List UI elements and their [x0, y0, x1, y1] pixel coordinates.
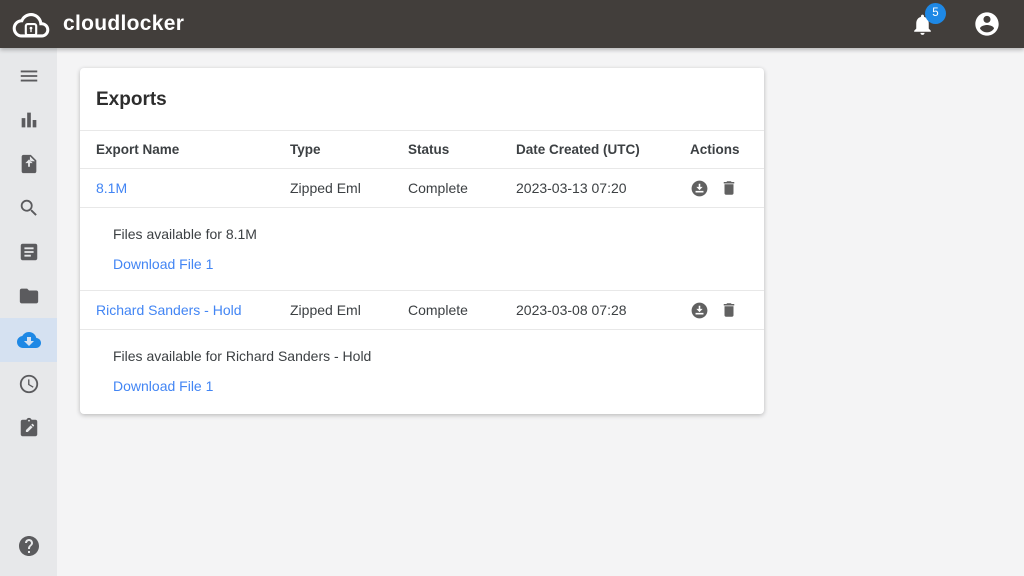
cloud-download-icon [16, 328, 41, 352]
download-file-link[interactable]: Download File 1 [113, 378, 213, 394]
sidebar-item-review[interactable] [0, 406, 57, 450]
export-name-link[interactable]: 8.1M [96, 180, 290, 196]
column-header-export-name: Export Name [96, 142, 180, 157]
trash-icon [723, 303, 735, 317]
main-content: Exports Export Name Type Status Date Cre… [57, 48, 1024, 576]
export-name-link[interactable]: Richard Sanders - Hold [96, 302, 290, 318]
export-status: Complete [408, 180, 468, 196]
sidebar [0, 48, 57, 576]
table-row: 8.1M Zipped Eml Complete 2023-03-13 07:2… [80, 169, 764, 208]
download-file-link[interactable]: Download File 1 [113, 256, 213, 272]
sidebar-item-upload[interactable] [0, 142, 57, 186]
brand-name: cloudlocker [63, 12, 185, 35]
account-icon [973, 10, 1001, 38]
column-header-status: Status [408, 142, 450, 157]
sidebar-item-history[interactable] [0, 362, 57, 406]
files-available-text: Files available for Richard Sanders - Ho… [113, 348, 372, 364]
menu-icon [18, 65, 40, 87]
download-circle-icon [691, 302, 708, 318]
document-icon [18, 241, 40, 263]
clock-icon [18, 373, 40, 395]
column-header-type: Type [290, 142, 321, 157]
delete-export-button[interactable] [720, 179, 738, 197]
export-type: Zipped Eml [290, 180, 361, 196]
brand: cloudlocker [0, 10, 184, 39]
table-header-row: Export Name Type Status Date Created (UT… [80, 131, 764, 169]
help-icon [17, 534, 41, 558]
notification-badge: 5 [925, 2, 946, 24]
export-status: Complete [408, 302, 468, 318]
download-circle-icon [691, 180, 708, 196]
files-panel: Files available for Richard Sanders - Ho… [80, 330, 764, 414]
notifications-button[interactable]: 5 [910, 2, 946, 37]
column-header-date-created: Date Created (UTC) [516, 142, 640, 157]
sidebar-item-documents[interactable] [0, 230, 57, 274]
folder-icon [18, 285, 40, 307]
sidebar-item-exports[interactable] [0, 318, 57, 362]
sidebar-item-analytics[interactable] [0, 98, 57, 142]
trash-icon [723, 181, 735, 195]
sidebar-item-help[interactable] [0, 524, 57, 568]
cloud-lock-logo-icon [12, 10, 63, 39]
sidebar-item-search[interactable] [0, 186, 57, 230]
files-panel: Files available for 8.1M Download File 1 [80, 208, 764, 291]
top-bar: cloudlocker 5 [0, 0, 1024, 48]
download-export-button[interactable] [690, 179, 709, 198]
files-available-text: Files available for 8.1M [113, 226, 257, 242]
sidebar-item-menu[interactable] [0, 54, 57, 98]
export-date-created: 2023-03-13 07:20 [516, 180, 627, 196]
exports-card: Exports Export Name Type Status Date Cre… [80, 68, 764, 414]
export-date-created: 2023-03-08 07:28 [516, 302, 627, 318]
page-title: Exports [80, 68, 764, 131]
sidebar-item-folders[interactable] [0, 274, 57, 318]
delete-export-button[interactable] [720, 301, 738, 319]
export-type: Zipped Eml [290, 302, 361, 318]
download-export-button[interactable] [690, 301, 709, 320]
table-row: Richard Sanders - Hold Zipped Eml Comple… [80, 291, 764, 330]
column-header-actions: Actions [690, 142, 740, 157]
clipboard-edit-icon [18, 417, 40, 439]
bar-chart-icon [18, 109, 40, 131]
upload-file-icon [18, 153, 40, 175]
account-button[interactable] [973, 10, 1001, 38]
search-icon [18, 197, 40, 219]
